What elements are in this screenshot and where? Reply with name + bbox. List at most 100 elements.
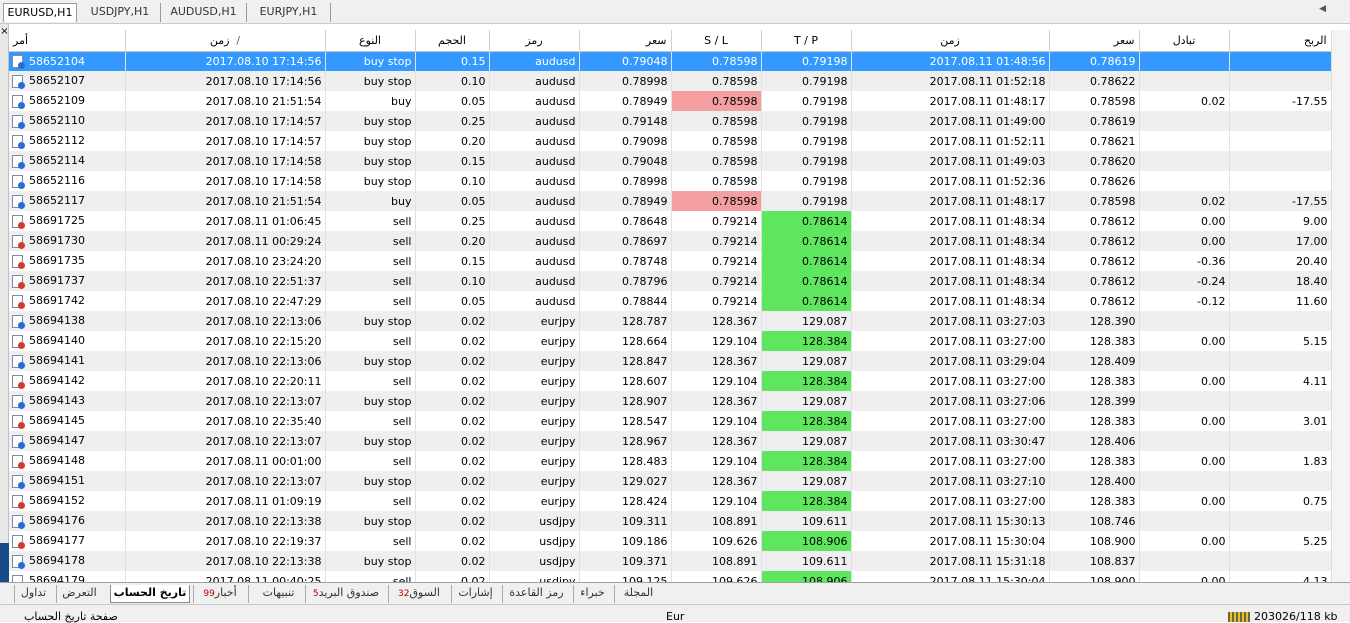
cell-tp: 128.384 (761, 411, 852, 431)
cell-close-time: 2017.08.11 01:52:11 (851, 131, 1050, 151)
col-header-swap[interactable]: تبادل (1139, 30, 1230, 52)
status-profile: Eur (666, 610, 685, 623)
cell-tp: 109.611 (761, 511, 852, 531)
table-row[interactable]: 58652112 2017.08.10 17:14:57 buy stop 0.20 a… (9, 131, 1331, 151)
cell-type: sell (325, 271, 416, 291)
terminal-tab-10[interactable]: المجلة (614, 585, 662, 603)
cell-price: 0.78748 (579, 251, 672, 271)
cell-volume: 0.02 (415, 491, 490, 511)
terminal-tab-4[interactable]: تنبيهات (248, 585, 308, 603)
table-row[interactable]: 58694142 2017.08.10 22:20:11 sell 0.02 eurjp… (9, 371, 1331, 391)
col-header-time[interactable]: زمن / (125, 30, 326, 52)
cell-close-time: 2017.08.11 01:48:34 (851, 271, 1050, 291)
chart-tab-eurusd[interactable]: EURUSD,H1 (3, 3, 77, 22)
cell-volume: 0.02 (415, 391, 490, 411)
col-header-close-price[interactable]: سعر (1049, 30, 1140, 52)
cell-swap (1139, 391, 1230, 411)
table-row[interactable]: 58694176 2017.08.10 22:13:38 buy stop 0.02 u… (9, 511, 1331, 531)
chart-tab-usdjpy[interactable]: USDJPY,H1 (80, 3, 161, 22)
table-row[interactable]: 58691725 2017.08.11 01:06:45 sell 0.25 audus… (9, 211, 1331, 231)
col-header-type[interactable]: النوع (325, 30, 416, 52)
table-row[interactable]: 58652107 2017.08.10 17:14:56 buy stop 0.10 a… (9, 71, 1331, 91)
order-number: 58694177 (29, 534, 85, 548)
terminal-tab-8[interactable]: رمز القاعدة (502, 585, 570, 603)
col-header-price[interactable]: سعر (579, 30, 672, 52)
terminal-tab-1[interactable]: التعرض (56, 585, 102, 603)
cell-tp: 108.906 (761, 531, 852, 551)
cell-close-time: 2017.08.11 01:48:34 (851, 231, 1050, 251)
cell-price: 128.787 (579, 311, 672, 331)
cell-time: 2017.08.10 17:14:56 (125, 51, 326, 71)
table-row[interactable]: 58694141 2017.08.10 22:13:06 buy stop 0.02 e… (9, 351, 1331, 371)
terminal-tab-9[interactable]: خبراء (573, 585, 611, 603)
table-row[interactable]: 58652110 2017.08.10 17:14:57 buy stop 0.25 a… (9, 111, 1331, 131)
chart-tab-eurjpy[interactable]: EURJPY,H1 (247, 3, 331, 22)
cell-volume: 0.15 (415, 51, 490, 71)
col-header-close-time[interactable]: زمن (851, 30, 1050, 52)
cell-order: 58694176 (9, 511, 126, 531)
cell-order: 58691725 (9, 211, 126, 231)
table-row[interactable]: 58694138 2017.08.10 22:13:06 buy stop 0.02 e… (9, 311, 1331, 331)
terminal-tab-3[interactable]: 99أخبار (193, 585, 245, 603)
table-row[interactable]: 58694148 2017.08.11 00:01:00 sell 0.02 eurjp… (9, 451, 1331, 471)
col-header-tp[interactable]: T / P (761, 30, 852, 52)
cell-symbol: audusd (489, 171, 580, 191)
chart-tab-audusd[interactable]: AUDUSD,H1 (161, 3, 247, 22)
buy-order-icon (12, 94, 25, 109)
cell-order: 58652112 (9, 131, 126, 151)
cell-volume: 0.02 (415, 531, 490, 551)
terminal-tab-6[interactable]: 32السوق (388, 585, 448, 603)
cell-price: 0.78648 (579, 211, 672, 231)
table-row[interactable]: 58694178 2017.08.10 22:13:38 buy stop 0.02 u… (9, 551, 1331, 571)
table-row[interactable]: 58694179 2017.08.11 00:40:25 sell 0.02 usdjp… (9, 571, 1331, 582)
cell-order: 58694140 (9, 331, 126, 351)
table-row[interactable]: 58694145 2017.08.10 22:35:40 sell 0.02 eurjp… (9, 411, 1331, 431)
terminal-tab-7[interactable]: إشارات (451, 585, 499, 603)
col-header-order[interactable]: أمر (9, 30, 126, 52)
cell-time: 2017.08.10 22:15:20 (125, 331, 326, 351)
table-row[interactable]: 58652116 2017.08.10 17:14:58 buy stop 0.10 a… (9, 171, 1331, 191)
table-row[interactable]: 58691735 2017.08.10 23:24:20 sell 0.15 audus… (9, 251, 1331, 271)
order-number: 58694178 (29, 554, 85, 568)
table-row[interactable]: 58694140 2017.08.10 22:15:20 sell 0.02 eurjp… (9, 331, 1331, 351)
terminal-tab-0[interactable]: تداول (14, 585, 52, 603)
table-row[interactable]: 58652117 2017.08.10 21:51:54 buy 0.05 audusd… (9, 191, 1331, 211)
col-header-symbol[interactable]: رمز (489, 30, 580, 52)
cell-close-price: 0.78598 (1049, 191, 1140, 211)
table-row[interactable]: 58694152 2017.08.11 01:09:19 sell 0.02 eurjp… (9, 491, 1331, 511)
cell-time: 2017.08.10 22:13:38 (125, 511, 326, 531)
cell-price: 128.664 (579, 331, 672, 351)
cell-swap: 0.00 (1139, 571, 1230, 582)
cell-sl: 0.79214 (671, 271, 762, 291)
table-row[interactable]: 58652109 2017.08.10 21:51:54 buy 0.05 audusd… (9, 91, 1331, 111)
table-row[interactable]: 58694147 2017.08.10 22:13:07 buy stop 0.02 e… (9, 431, 1331, 451)
cell-close-time: 2017.08.11 15:30:04 (851, 571, 1050, 582)
table-row[interactable]: 58691730 2017.08.11 00:29:24 sell 0.20 audus… (9, 231, 1331, 251)
terminal-tab-5[interactable]: 5صندوق البريد (305, 585, 385, 603)
table-row[interactable]: 58652114 2017.08.10 17:14:58 buy stop 0.15 a… (9, 151, 1331, 171)
tab-label: إشارات (458, 586, 493, 599)
table-row[interactable]: 58694151 2017.08.10 22:13:07 buy stop 0.02 e… (9, 471, 1331, 491)
cell-order: 58694143 (9, 391, 126, 411)
cell-profit (1229, 111, 1331, 131)
tabs-scroll-left-icon[interactable]: ◀ (1319, 4, 1326, 14)
table-row[interactable]: 58694177 2017.08.10 22:19:37 sell 0.02 usdjp… (9, 531, 1331, 551)
sell-order-icon (12, 494, 25, 509)
order-number: 58652112 (29, 134, 85, 148)
table-row[interactable]: 58694143 2017.08.10 22:13:07 buy stop 0.02 e… (9, 391, 1331, 411)
cell-swap (1139, 431, 1230, 451)
col-header-profit[interactable]: الربح (1229, 30, 1331, 52)
cell-sl: 0.79214 (671, 211, 762, 231)
cell-swap: 0.00 (1139, 491, 1230, 511)
close-icon[interactable]: × (0, 27, 9, 37)
table-row[interactable]: 58652104 2017.08.10 17:14:56 buy stop 0.15 a… (9, 51, 1331, 71)
cell-close-price: 108.837 (1049, 551, 1140, 571)
table-vertical-scrollbar[interactable] (1331, 30, 1350, 582)
col-header-sl[interactable]: S / L (671, 30, 762, 52)
table-row[interactable]: 58691742 2017.08.10 22:47:29 sell 0.05 audus… (9, 291, 1331, 311)
table-row[interactable]: 58691737 2017.08.10 22:51:37 sell 0.10 audus… (9, 271, 1331, 291)
cell-order: 58691737 (9, 271, 126, 291)
terminal-tab-2[interactable]: تاريخ الحساب (110, 585, 190, 603)
col-header-volume[interactable]: الحجم (415, 30, 490, 52)
cell-price: 0.78949 (579, 191, 672, 211)
